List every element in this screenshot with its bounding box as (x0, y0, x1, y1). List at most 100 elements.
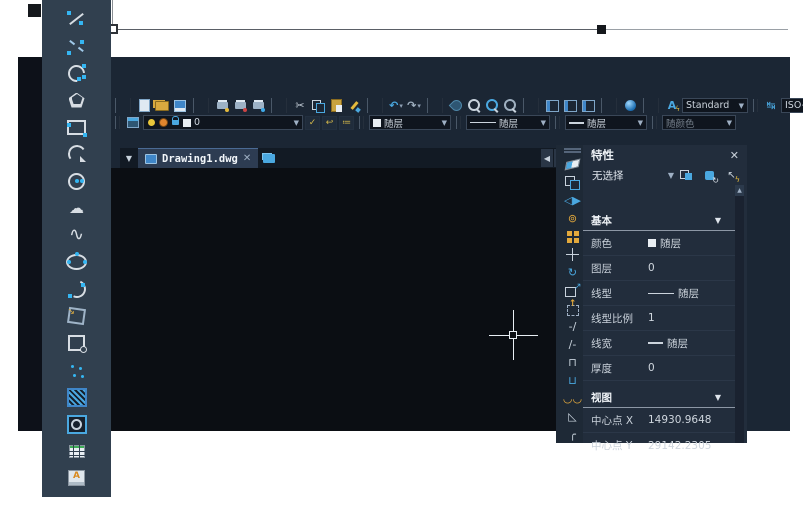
rotate-icon[interactable]: ↻ (564, 265, 582, 280)
quick-select-icon[interactable] (678, 167, 697, 184)
text-style-icon[interactable]: A (664, 98, 680, 113)
line-tool-icon[interactable] (66, 9, 88, 29)
menu-insert[interactable] (172, 88, 190, 90)
pan-realtime-icon[interactable] (448, 98, 464, 113)
table-tool-icon[interactable] (66, 441, 88, 461)
properties-panel-titlebar[interactable]: 特性 ✕ (583, 145, 747, 165)
toggle-pickadd-icon[interactable] (722, 167, 741, 184)
menu-tools[interactable] (212, 88, 230, 90)
plot-icon[interactable] (214, 98, 230, 113)
paste-icon[interactable] (328, 98, 344, 113)
make-layer-current-icon[interactable]: ✓ (305, 116, 320, 130)
break-at-point-icon[interactable]: ⊓ (564, 355, 582, 370)
arc-tool-icon[interactable] (66, 63, 88, 83)
stretch-icon[interactable] (564, 301, 582, 316)
property-row-thickness[interactable]: 厚度0 (583, 356, 735, 381)
tab-drawing1[interactable]: Drawing1.dwg ✕ (138, 148, 258, 168)
move-icon[interactable] (564, 247, 582, 262)
zoom-realtime-icon[interactable] (466, 98, 482, 113)
new-file-icon[interactable] (136, 98, 152, 113)
match-properties-icon[interactable] (346, 98, 362, 113)
menu-format[interactable] (192, 88, 210, 90)
color-combo[interactable]: 随层▼ (369, 115, 451, 130)
tab-list-dropdown[interactable]: ▼ (120, 148, 138, 168)
section-basic-header[interactable]: 基本▼ (583, 210, 735, 231)
menu-express-tools[interactable] (292, 88, 310, 90)
menu-view[interactable] (152, 88, 170, 90)
toolbar-grip[interactable] (115, 98, 131, 113)
polygon-tool-icon[interactable] (66, 90, 88, 110)
properties-palette-icon[interactable] (544, 98, 560, 113)
plot-style-combo[interactable]: 随颜色▼ (662, 115, 736, 130)
group-separator[interactable] (601, 98, 617, 113)
cut-icon[interactable]: ✂ (292, 98, 308, 113)
group-separator[interactable] (427, 98, 443, 113)
layer-previous-icon[interactable]: ↩ (322, 116, 337, 130)
array-icon[interactable] (564, 229, 582, 244)
open-file-icon[interactable] (154, 98, 170, 113)
property-row-layer[interactable]: 图层0 (583, 256, 735, 281)
hatch-tool-icon[interactable] (66, 387, 88, 407)
menu-dimension[interactable] (252, 88, 270, 90)
layer-properties-manager-icon[interactable] (125, 115, 141, 130)
zoom-previous-icon[interactable] (502, 98, 518, 113)
group-separator[interactable] (271, 98, 287, 113)
menu-modify[interactable] (272, 88, 290, 90)
tab-close-icon[interactable]: ✕ (243, 153, 251, 164)
property-row-linetype-scale[interactable]: 线型比例1 (583, 306, 735, 331)
collapse-icon[interactable]: ▼ (715, 216, 721, 225)
menu-edit[interactable] (132, 88, 150, 90)
donut-tool-icon[interactable] (66, 414, 88, 434)
drawing-canvas[interactable] (111, 168, 568, 431)
tool-palettes-icon[interactable] (580, 98, 596, 113)
mirror-icon[interactable]: ◁▶ (564, 193, 582, 208)
trim-icon[interactable]: -∕ (564, 319, 582, 334)
plot-preview-icon[interactable] (232, 98, 248, 113)
close-icon[interactable]: ✕ (730, 149, 739, 162)
dim-style-icon[interactable]: ↹ (763, 98, 779, 113)
extend-icon[interactable]: ∕- (564, 337, 582, 352)
menu-file[interactable] (112, 88, 130, 90)
ellipse-arc-tool-icon[interactable] (66, 279, 88, 299)
select-objects-icon[interactable] (700, 167, 719, 184)
layer-freeze-sun-icon[interactable] (159, 118, 168, 127)
lineweight-combo[interactable]: 随层▼ (565, 115, 647, 130)
construction-line-tool-icon[interactable] (66, 36, 88, 56)
scroll-up-arrow[interactable]: ▲ (735, 185, 744, 196)
point-tool-icon[interactable] (66, 360, 88, 380)
revision-cloud-tool-icon[interactable]: ☁ (66, 198, 88, 218)
fillet-icon[interactable]: ╭ (564, 427, 582, 442)
chamfer-icon[interactable]: ◺ (564, 409, 582, 424)
property-row-lineweight[interactable]: 线宽随层 (583, 331, 735, 356)
toolbar-grip-handle[interactable] (564, 148, 581, 153)
copy-object-icon[interactable] (564, 175, 582, 190)
group-separator[interactable] (643, 98, 659, 113)
polyline-tool-icon[interactable] (66, 144, 88, 164)
save-icon[interactable] (172, 98, 188, 113)
linetype-combo[interactable]: 随层▼ (466, 115, 550, 130)
insert-block-tool-icon[interactable] (66, 306, 88, 326)
menu-draw[interactable] (232, 88, 250, 90)
dim-style-combo[interactable]: ISO-25▼ (781, 98, 803, 113)
circle-tool-icon[interactable] (66, 171, 88, 191)
mtext-tool-icon[interactable] (66, 468, 88, 488)
join-icon[interactable]: ◡◡ (564, 391, 582, 406)
text-style-combo[interactable]: Standard▼ (682, 98, 748, 113)
menu-help[interactable] (332, 88, 350, 90)
layer-states-icon[interactable]: ≔ (339, 116, 354, 130)
layer-combo[interactable]: 0 ▼ (143, 115, 303, 130)
undo-icon[interactable]: ↶▾ (388, 98, 404, 113)
make-block-tool-icon[interactable] (66, 333, 88, 353)
section-view-header[interactable]: 视图▼ (583, 387, 735, 408)
offset-icon[interactable]: ⊚ (564, 211, 582, 226)
property-row-color[interactable]: 颜色随层 (583, 231, 735, 256)
property-row-linetype[interactable]: 线型随层 (583, 281, 735, 306)
ellipse-tool-icon[interactable] (66, 252, 88, 272)
copy-icon[interactable] (310, 98, 326, 113)
zoom-window-icon[interactable] (484, 98, 500, 113)
panel-scrollbar[interactable]: ▲ (735, 185, 744, 443)
group-separator[interactable] (523, 98, 539, 113)
menu-app-plus[interactable] (352, 88, 370, 90)
break-icon[interactable]: ⊔ (564, 373, 582, 388)
annotation-handle-right[interactable] (597, 25, 606, 34)
